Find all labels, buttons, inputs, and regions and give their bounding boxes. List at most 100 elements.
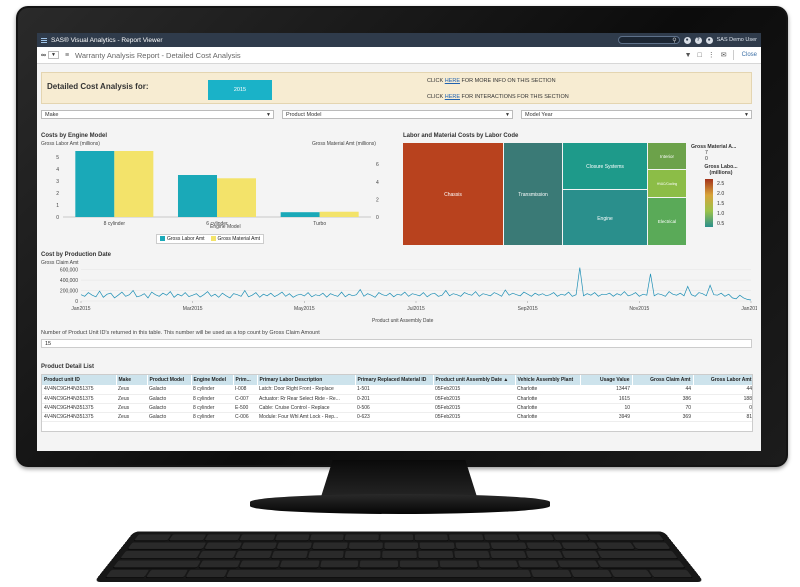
user-name[interactable]: SAS Demo User	[717, 37, 757, 43]
table-cell: 4V4NC9GH4N351375	[42, 412, 116, 422]
treemap-label-closure: Closure Systems	[586, 164, 624, 170]
report-nav-dropdown[interactable]: ∞ ▼	[41, 51, 59, 59]
table-cell: 10	[580, 403, 632, 413]
table-title: Product Detail List	[41, 364, 95, 370]
year-button[interactable]: 2015	[208, 80, 272, 100]
x-tick-label: Jan2015	[71, 306, 90, 312]
interaction-link-line: CLICK HERE FOR INTERACTIONS FOR THIS SEC…	[427, 94, 569, 100]
table-cell: Zeus	[116, 403, 147, 413]
column-header[interactable]: Gross Labor Amt	[693, 375, 752, 385]
table-cell: 13447	[580, 385, 632, 395]
y-tick-label: 400,000	[60, 278, 78, 284]
y-tick-label: 1	[56, 203, 59, 209]
table-cell: 0-201	[355, 394, 433, 404]
production-line-chart: 0 200,000 400,000 600,000 Jan2015 Mar2015 May2…	[60, 267, 757, 312]
column-header[interactable]: Make	[116, 375, 148, 385]
column-header[interactable]: Prim...	[233, 375, 258, 385]
table-cell: 8 cylinder	[191, 412, 233, 422]
make-dropdown[interactable]: Make ▼	[41, 110, 274, 119]
y-tick-label-right: 2	[376, 197, 379, 203]
table-cell: 0-623	[355, 412, 433, 422]
table-cell: 188	[693, 394, 752, 404]
table-cell: 369	[632, 412, 693, 422]
gradient-tick: 2.5	[717, 181, 725, 187]
table-cell: Cable: Cruise Control - Replace	[257, 403, 355, 413]
user-icon[interactable]: ●	[705, 36, 713, 44]
table-cell: Module: Four Whl Amt Lock - Rep...	[257, 412, 355, 422]
gradient-tick: 0.5	[717, 221, 725, 227]
table-cell: E-500	[233, 403, 257, 413]
chevron-down-icon: ▼	[505, 112, 510, 118]
column-header[interactable]: Gross Claim Amt	[632, 375, 694, 385]
more-icon[interactable]: ⋮	[708, 51, 715, 59]
interaction-link[interactable]: HERE	[445, 94, 460, 100]
legend-item-material: Gross Material Amt	[210, 236, 260, 242]
column-header[interactable]: Primary Replaced Material ID	[355, 375, 434, 385]
table-row[interactable]: 4V4NC9GH4N351375 Zeus Galacto 8 cylinder E-5…	[42, 403, 752, 413]
comments-icon[interactable]: ✉	[721, 51, 727, 59]
table-cell: 0-506	[355, 403, 433, 413]
model-year-dropdown[interactable]: Model Year ▼	[521, 110, 752, 119]
bell-icon[interactable]: ●	[683, 36, 691, 44]
help-icon[interactable]: ?	[694, 36, 702, 44]
series-line	[80, 267, 752, 301]
column-header[interactable]: Product unit ID	[42, 375, 117, 385]
app-title: SAS® Visual Analytics - Report Viewer	[51, 36, 163, 44]
table-row[interactable]: 4V4NC9GH4N351375 Zeus Galacto 8 cylinder C-0…	[42, 394, 752, 404]
x-tick-label: Mar2015	[183, 306, 203, 312]
column-header[interactable]: Product Model	[147, 375, 192, 385]
screen: SAS® Visual Analytics - Report Viewer ⚲ …	[37, 33, 761, 451]
table-cell: 1-501	[355, 385, 433, 395]
search-icon[interactable]: ⚲	[672, 37, 676, 44]
y-tick-label: 3	[56, 179, 59, 185]
y-tick-label: 2	[56, 191, 59, 197]
y-tick-label: 5	[56, 155, 59, 161]
treemap-label-hvac: HVAC/Cooling	[657, 182, 678, 186]
table-cell: 05Feb2015	[433, 412, 515, 422]
top-count-input[interactable]: 15	[41, 339, 752, 348]
table-row[interactable]: 4V4NC9GH4N351375 Zeus Galacto 8 cylinder I-0…	[42, 385, 752, 395]
table-cell: 05Feb2015	[433, 394, 515, 404]
table-cell: C-007	[233, 394, 257, 404]
table-cell: 44	[632, 385, 693, 395]
chevron-down-icon: ▼	[48, 51, 59, 59]
legend-item-labor: Gross Labor Amt	[160, 236, 205, 242]
x-tick-label: Jan2016	[741, 306, 757, 312]
treemap-label-electrical: Electrical	[658, 219, 676, 224]
column-header[interactable]: Vehicle Assembly Plant	[515, 375, 581, 385]
list-icon[interactable]: ≡	[65, 52, 69, 59]
table-cell: 05Feb2015	[433, 385, 515, 395]
table-cell: 386	[632, 394, 693, 404]
info-link-line: CLICK HERE FOR MORE INFO ON THIS SECTION	[427, 78, 556, 84]
y-tick-label-right: 4	[376, 180, 379, 186]
bar-gross-labor-amt	[75, 151, 115, 217]
column-header[interactable]: Engine Model	[191, 375, 234, 385]
table-cell: Actuator: Rr Rear Select Ride - Re...	[257, 394, 355, 404]
column-header[interactable]: Primary Labor Description	[257, 375, 356, 385]
menu-icon[interactable]	[41, 37, 47, 43]
engine-chart-legend: Gross Labor Amt Gross Material Amt	[156, 234, 265, 244]
table-cell: 4V4NC9GH4N351375	[42, 403, 116, 413]
column-header[interactable]: Usage Value	[580, 375, 633, 385]
y-tick-label: 600,000	[60, 268, 78, 274]
table-cell: Zeus	[116, 385, 147, 395]
table-cell: 81	[693, 412, 752, 422]
product-model-dropdown[interactable]: Product Model ▼	[282, 110, 513, 119]
legend-title-labor-unit: (millions)	[709, 170, 733, 176]
color-gradient-legend: 2.5 2.0 1.5 1.0 0.5	[691, 179, 751, 229]
table-cell: C-006	[233, 412, 257, 422]
info-link[interactable]: HERE	[445, 78, 460, 84]
x-tick-label: May2015	[294, 306, 315, 312]
table-cell: Charlotte	[515, 394, 580, 404]
treemap-title: Labor and Material Costs by Labor Code	[403, 133, 519, 139]
table-row[interactable]: 4V4NC9GH4N351375 Zeus Galacto 8 cylinder C-0…	[42, 412, 752, 422]
close-button[interactable]: Close	[742, 52, 757, 58]
panel-icon[interactable]: □	[698, 52, 702, 59]
filter-icon[interactable]: ▼	[685, 52, 692, 59]
column-header-sorted[interactable]: Product unit Assembly Date ▲	[433, 375, 516, 385]
treemap-label-interior: Interior	[660, 154, 675, 159]
search-input[interactable]: ⚲	[617, 36, 680, 44]
table-cell: Charlotte	[515, 412, 580, 422]
chevron-down-icon: ▼	[744, 112, 749, 118]
report-title: Warranty Analysis Report - Detailed Cost…	[75, 50, 241, 60]
